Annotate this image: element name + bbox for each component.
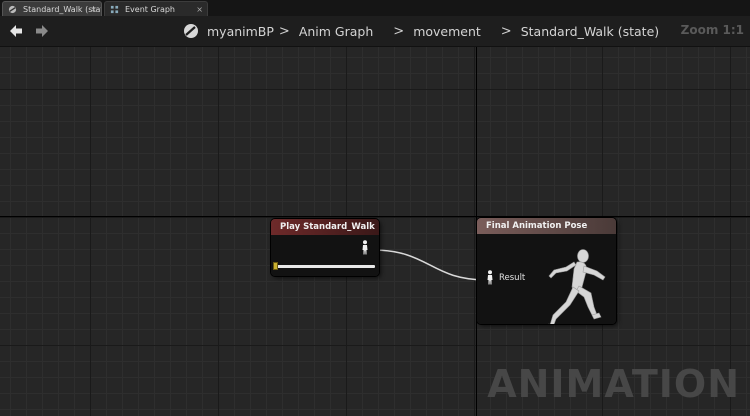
breadcrumb-separator: > [393,23,405,39]
final-animation-pose-node[interactable]: Final Animation Pose Result [477,218,616,324]
zoom-level: Zoom 1:1 [680,23,744,37]
breadcrumb-item-state: Standard_Walk (state) [520,23,660,39]
tab-strip: Standard_Walk (state × Event Graph × [0,0,750,16]
tab-event-graph[interactable]: Event Graph × [104,1,208,16]
slider-handle[interactable] [273,262,278,270]
breadcrumb-separator: > [500,23,512,39]
node-body: Result [477,234,616,324]
breadcrumb: myanimBP > Anim Graph > movement > Stand… [183,16,659,46]
node-title: Play Standard_Walk [271,219,379,235]
pose-pin-icon[interactable] [485,270,495,285]
breadcrumb-item-anim-blueprint[interactable]: myanimBP [207,24,274,39]
breadcrumb-separator: > [278,23,290,39]
tab-standard-walk[interactable]: Standard_Walk (state × [2,1,102,16]
result-pin-label: Result [499,273,526,283]
mannequin-pose-icon [548,249,606,324]
graph-icon [110,5,119,14]
breadcrumb-item-anim-graph[interactable]: Anim Graph [299,24,373,39]
forward-arrow-icon[interactable] [34,23,50,39]
anim-blueprint-icon [184,24,198,38]
breadcrumb-bar: myanimBP > Anim Graph > movement > Stand… [0,16,750,47]
node-title: Final Animation Pose [477,218,616,234]
breadcrumb-item-movement[interactable]: movement [413,24,481,39]
play-position-slider[interactable] [273,262,375,270]
back-arrow-icon[interactable] [8,23,24,39]
state-icon [8,5,17,14]
play-sequence-node[interactable]: Play Standard_Walk [271,219,379,276]
close-icon[interactable]: × [196,2,203,16]
node-body [271,235,379,276]
close-icon[interactable]: × [90,2,97,16]
pose-pin-icon[interactable] [360,240,370,255]
origin-axis-horizontal [0,216,750,217]
tab-label: Event Graph [125,5,175,14]
graph-watermark: ANIMATION [487,362,740,406]
